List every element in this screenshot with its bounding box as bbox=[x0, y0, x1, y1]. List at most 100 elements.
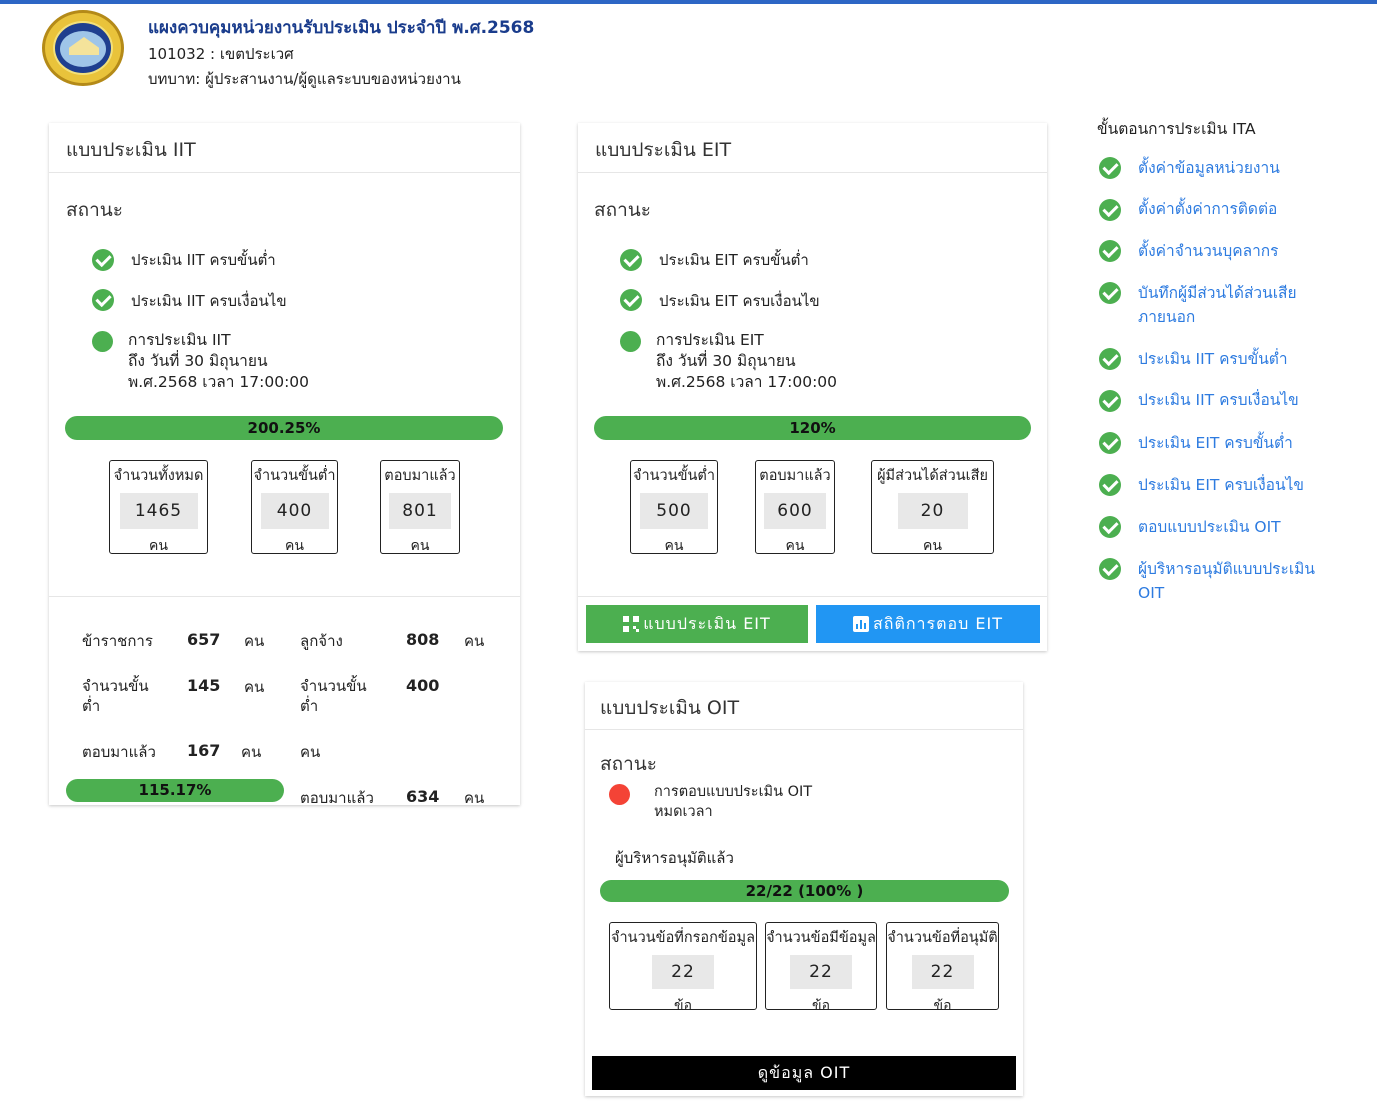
oit-card: แบบประเมิน OIT สถานะ การตอบแบบประเมิน OI… bbox=[585, 682, 1023, 1096]
iit-minimum-box: จำนวนขั้นต่ำ 400 คน bbox=[251, 460, 338, 554]
check-icon bbox=[1099, 282, 1121, 304]
gov-value: 657 bbox=[187, 630, 221, 649]
eit-card: แบบประเมิน EIT สถานะ ประเมิน EIT ครบขั้น… bbox=[578, 123, 1047, 651]
step-iit-min[interactable]: ประเมิน IIT ครบขั้นต่ำ bbox=[1138, 347, 1328, 371]
emp-min-value: 400 bbox=[406, 676, 440, 695]
eit-card-title: แบบประเมิน EIT bbox=[578, 123, 1047, 173]
box-unit: ข้อ bbox=[933, 998, 952, 1014]
box-value: 22 bbox=[790, 955, 852, 989]
gov-min-value: 145 bbox=[187, 676, 221, 695]
eit-period-line: ถึง วันที่ 30 มิถุนายน bbox=[656, 352, 796, 370]
box-value: 600 bbox=[764, 493, 826, 529]
eit-minimum-box: จำนวนขั้นต่ำ 500 คน bbox=[630, 460, 718, 554]
status-dot-icon bbox=[620, 331, 641, 352]
iit-period: การประเมิน IIT ถึง วันที่ 30 มิถุนายน พ.… bbox=[128, 330, 309, 393]
box-label: จำนวนทั้งหมด bbox=[113, 468, 204, 484]
oit-timeout-status: การตอบแบบประเมิน OIT หมดเวลา bbox=[654, 782, 812, 822]
gov-answered-label: ตอบมาแล้ว bbox=[82, 743, 156, 761]
gov-progress-bar: 115.17% bbox=[66, 779, 284, 802]
gov-answered-value: 167 bbox=[187, 741, 221, 760]
box-value: 20 bbox=[897, 493, 968, 529]
step-iit-condition[interactable]: ประเมิน IIT ครบเงื่อนไข bbox=[1138, 388, 1328, 412]
step-org-settings[interactable]: ตั้งค่าข้อมูลหน่วยงาน bbox=[1138, 156, 1328, 180]
check-icon bbox=[1099, 558, 1121, 580]
box-label: จำนวนขั้นต่ำ bbox=[633, 468, 715, 484]
eit-stats-button[interactable]: สถิติการตอบ EIT bbox=[816, 605, 1040, 643]
eit-stakeholder-box: ผู้มีส่วนได้ส่วนเสีย 20 คน bbox=[871, 460, 994, 554]
page-title: แผงควบคุมหน่วยงานรับประเมิน ประจำปี พ.ศ.… bbox=[148, 18, 535, 38]
oit-approved-text: ผู้บริหารอนุมัติแล้ว bbox=[615, 849, 734, 867]
step-oit-approve[interactable]: ผู้บริหารอนุมัติแบบประเมิน OIT bbox=[1138, 557, 1318, 605]
emp-answered-label: ตอบมาแล้ว bbox=[300, 789, 374, 807]
check-icon bbox=[1099, 348, 1121, 370]
check-icon bbox=[1099, 432, 1121, 454]
gov-label: ข้าราชการ bbox=[82, 632, 153, 650]
oit-filled-box: จำนวนข้อที่กรอกข้อมูล 22 ข้อ bbox=[609, 922, 757, 1014]
emp-unit-2: คน bbox=[300, 743, 321, 761]
emp-answered-value: 634 bbox=[406, 787, 440, 806]
step-oit-answer[interactable]: ตอบแบบประเมิน OIT bbox=[1138, 515, 1328, 539]
box-label: ตอบมาแล้ว bbox=[759, 468, 831, 484]
box-unit: คน bbox=[149, 538, 168, 554]
bar-chart-icon bbox=[853, 616, 870, 632]
eit-divider bbox=[578, 596, 1047, 597]
eit-status-title: สถานะ bbox=[594, 199, 651, 221]
box-unit: คน bbox=[785, 538, 805, 554]
emp-min-label: จำนวนขั้น ต่ำ bbox=[300, 677, 367, 715]
iit-total-box: จำนวนทั้งหมด 1465 คน bbox=[109, 460, 208, 554]
check-icon bbox=[620, 289, 642, 311]
emp-value: 808 bbox=[406, 630, 440, 649]
oit-status-title: สถานะ bbox=[600, 753, 657, 775]
step-stakeholders[interactable]: บันทึกผู้มีส่วนได้ส่วนเสีย ภายนอก bbox=[1138, 281, 1313, 329]
emp-unit: คน bbox=[464, 632, 485, 650]
iit-status-condition: ประเมิน IIT ครบเงื่อนไข bbox=[131, 292, 287, 310]
box-value: 22 bbox=[911, 955, 974, 989]
eit-form-button[interactable]: แบบประเมิน EIT bbox=[586, 605, 808, 643]
iit-period-line: ถึง วันที่ 30 มิถุนายน bbox=[128, 352, 268, 370]
step-contact-settings[interactable]: ตั้งค่าตั้งค่าการติดต่อ bbox=[1138, 197, 1328, 221]
iit-period-line: การประเมิน IIT bbox=[128, 331, 231, 349]
box-unit: คน bbox=[285, 538, 304, 554]
box-unit: คน bbox=[923, 538, 942, 554]
check-icon bbox=[1099, 474, 1121, 496]
box-value: 22 bbox=[652, 955, 714, 989]
oit-view-button-label: ดูข้อมูล OIT bbox=[757, 1062, 851, 1082]
eit-progress-bar: 120% bbox=[594, 416, 1031, 440]
oit-status-line: หมดเวลา bbox=[654, 804, 713, 820]
check-icon bbox=[1099, 390, 1121, 412]
box-label: จำนวนขั้นต่ำ bbox=[253, 468, 336, 484]
box-unit: คน bbox=[410, 538, 430, 554]
oit-card-title: แบบประเมิน OIT bbox=[585, 682, 1023, 730]
box-unit: คน bbox=[664, 538, 684, 554]
eit-status-condition: ประเมิน EIT ครบเงื่อนไข bbox=[659, 292, 820, 310]
step-personnel-settings[interactable]: ตั้งค่าจำนวนบุคลากร bbox=[1138, 239, 1328, 263]
check-icon bbox=[1099, 199, 1121, 221]
check-icon bbox=[1099, 240, 1121, 262]
box-label: ตอบมาแล้ว bbox=[384, 468, 456, 484]
step-eit-min[interactable]: ประเมิน EIT ครบขั้นต่ำ bbox=[1138, 431, 1328, 455]
check-icon bbox=[620, 249, 642, 271]
check-icon bbox=[92, 289, 114, 311]
iit-card: แบบประเมิน IIT สถานะ ประเมิน IIT ครบขั้น… bbox=[49, 123, 520, 807]
qr-code-icon bbox=[623, 616, 640, 632]
eit-progress-label: 120% bbox=[789, 419, 836, 437]
check-icon bbox=[1099, 157, 1121, 179]
check-icon bbox=[92, 249, 114, 271]
box-value: 500 bbox=[640, 493, 708, 529]
iit-divider bbox=[49, 596, 520, 597]
eit-period-line: พ.ศ.2568 เวลา 17:00:00 bbox=[656, 373, 838, 391]
oit-status-line: การตอบแบบประเมิน OIT bbox=[654, 784, 813, 800]
step-eit-condition[interactable]: ประเมิน EIT ครบเงื่อนไข bbox=[1138, 473, 1328, 497]
box-label: จำนวนข้อมีข้อมูล bbox=[766, 930, 876, 946]
gov-progress-label: 115.17% bbox=[138, 781, 212, 799]
emp-answered-unit: คน bbox=[464, 789, 485, 807]
organization-logo bbox=[42, 10, 124, 86]
gov-answered-unit: คน bbox=[241, 743, 262, 761]
top-accent-line bbox=[0, 0, 1377, 4]
eit-stats-button-label: สถิติการตอบ EIT bbox=[873, 613, 1003, 633]
oit-has-data-box: จำนวนข้อมีข้อมูล 22 ข้อ bbox=[765, 922, 877, 1014]
gov-min-unit: คน bbox=[244, 678, 265, 696]
gov-min-label: จำนวนขั้น ต่ำ bbox=[82, 677, 149, 715]
oit-view-button[interactable]: ดูข้อมูล OIT bbox=[592, 1056, 1016, 1090]
box-label: ผู้มีส่วนได้ส่วนเสีย bbox=[877, 468, 988, 484]
